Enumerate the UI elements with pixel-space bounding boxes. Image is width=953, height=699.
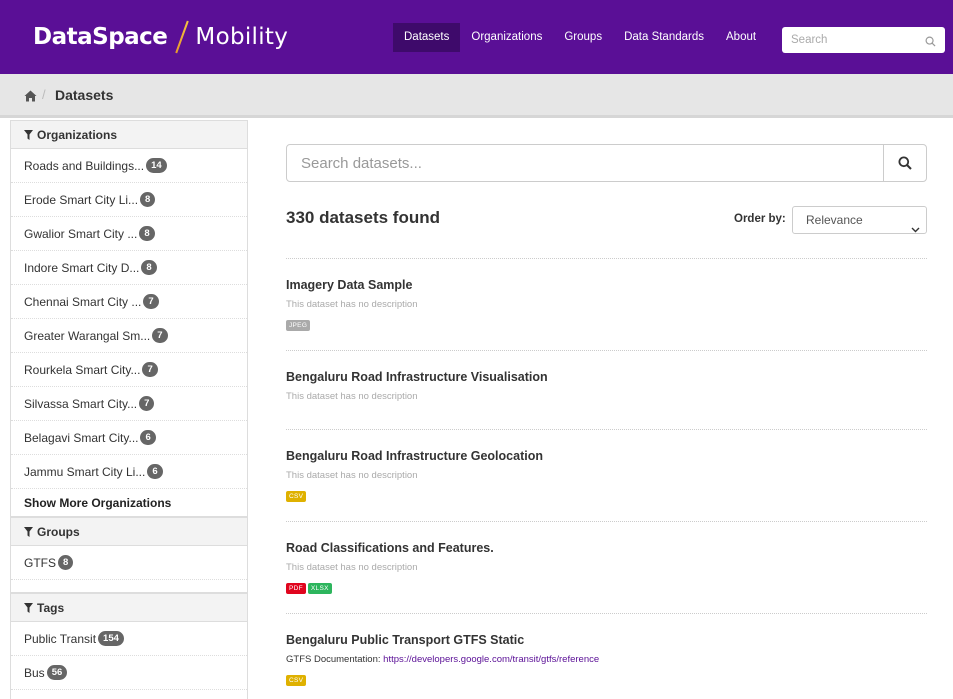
- show-more-organizations-link[interactable]: Show More Organizations: [11, 489, 247, 517]
- chevron-down-icon: [911, 216, 920, 242]
- facet-org-item[interactable]: Erode Smart City Li... 8: [11, 183, 247, 217]
- dataset-description: This dataset has no description: [286, 562, 418, 573]
- dataset-title-link[interactable]: Imagery Data Sample: [286, 278, 927, 292]
- format-badge-csv[interactable]: CSV: [286, 491, 307, 502]
- dataset-description: This dataset has no description: [286, 299, 418, 310]
- count-badge: 8: [141, 260, 157, 275]
- order-by-label: Order by:: [734, 213, 786, 225]
- breadcrumb-current[interactable]: Datasets: [55, 87, 113, 103]
- dataset-search-input[interactable]: [287, 145, 882, 181]
- header-search: [782, 27, 945, 53]
- results-count: 330 datasets found: [286, 208, 440, 227]
- logo-divider: [175, 20, 190, 54]
- count-badge: 7: [143, 294, 159, 309]
- order-by-select[interactable]: Relevance: [792, 206, 927, 234]
- facet-org-item[interactable]: Chennai Smart City ... 7: [11, 285, 247, 319]
- top-navbar: DataSpace Mobility Datasets Organization…: [0, 0, 953, 74]
- dataset-item: Bengaluru Public Transport GTFS Static G…: [286, 613, 927, 687]
- gtfs-reference-link[interactable]: https://developers.google.com/transit/gt…: [383, 654, 599, 665]
- search-icon[interactable]: [925, 34, 936, 52]
- nav-groups[interactable]: Groups: [553, 23, 613, 52]
- facet-org-item[interactable]: Roads and Buildings... 14: [11, 149, 247, 183]
- dataset-item: Bengaluru Road Infrastructure Visualisat…: [286, 350, 927, 402]
- filter-icon: [24, 595, 33, 623]
- nav-about[interactable]: About: [715, 23, 767, 52]
- logo-main: DataSpace: [33, 24, 168, 50]
- filter-icon: [24, 122, 33, 150]
- format-badge-jpeg[interactable]: JPEG: [286, 320, 311, 331]
- site-logo[interactable]: DataSpace Mobility: [33, 20, 288, 54]
- dataset-item: Imagery Data Sample This dataset has no …: [286, 258, 927, 332]
- facet-org-item[interactable]: Rourkela Smart City... 7: [11, 353, 247, 387]
- count-badge: 6: [147, 464, 163, 479]
- organizations-facet-heading: Organizations: [11, 120, 247, 149]
- nav-data-standards[interactable]: Data Standards: [613, 23, 715, 52]
- nav-datasets[interactable]: Datasets: [393, 23, 461, 52]
- dataset-search: [286, 144, 927, 182]
- facet-sidebar: Organizations Roads and Buildings... 14 E…: [10, 120, 248, 699]
- count-badge: 56: [46, 665, 68, 680]
- facet-org-item[interactable]: Indore Smart City D... 8: [11, 251, 247, 285]
- filter-icon: [24, 519, 33, 547]
- format-badge-pdf[interactable]: PDF: [286, 583, 306, 594]
- count-badge: 7: [142, 362, 158, 377]
- format-badge-xlsx[interactable]: XLSX: [307, 583, 332, 594]
- dataset-description: This dataset has no description: [286, 391, 418, 402]
- count-badge: 8: [58, 555, 74, 570]
- facet-tag-item[interactable]: Bus 56: [11, 656, 247, 690]
- facet-group-item[interactable]: GTFS 8: [11, 546, 247, 580]
- dataset-item: Road Classifications and Features. This …: [286, 521, 927, 595]
- nav-organizations[interactable]: Organizations: [460, 23, 553, 52]
- facet-tag-item[interactable]: Public Transit 154: [11, 622, 247, 656]
- dataset-item: Bengaluru Road Infrastructure Geolocatio…: [286, 429, 927, 503]
- count-badge: 14: [146, 158, 167, 173]
- facet-org-item[interactable]: Greater Warangal Sm... 7: [11, 319, 247, 353]
- dataset-title-link[interactable]: Bengaluru Public Transport GTFS Static: [286, 633, 927, 647]
- breadcrumb: / Datasets: [0, 74, 953, 118]
- home-icon[interactable]: [24, 89, 37, 107]
- count-badge: 7: [139, 396, 155, 411]
- count-badge: 154: [98, 631, 124, 646]
- dataset-title-link[interactable]: Bengaluru Road Infrastructure Geolocatio…: [286, 449, 927, 463]
- count-badge: 7: [152, 328, 168, 343]
- dataset-title-link[interactable]: Bengaluru Road Infrastructure Visualisat…: [286, 370, 927, 384]
- facet-org-item[interactable]: Belagavi Smart City... 6: [11, 421, 247, 455]
- count-badge: 8: [140, 192, 156, 207]
- count-badge: 6: [140, 430, 156, 445]
- count-badge: 8: [139, 226, 155, 241]
- facet-org-item[interactable]: Silvassa Smart City... 7: [11, 387, 247, 421]
- tags-facet-heading: Tags: [11, 593, 247, 622]
- dataset-description: GTFS Documentation: https://developers.g…: [286, 654, 600, 665]
- facet-org-item[interactable]: Jammu Smart City Li... 6: [11, 455, 247, 489]
- header-search-input[interactable]: [782, 27, 912, 53]
- groups-facet-heading: Groups: [11, 517, 247, 546]
- dataset-search-button[interactable]: [883, 145, 926, 181]
- dataset-title-link[interactable]: Road Classifications and Features.: [286, 541, 927, 555]
- format-badge-csv[interactable]: CSV: [286, 675, 307, 686]
- search-icon: [898, 156, 912, 170]
- facet-org-item[interactable]: Gwalior Smart City ... 8: [11, 217, 247, 251]
- logo-sub: Mobility: [195, 24, 289, 50]
- main-nav: Datasets Organizations Groups Data Stand…: [393, 23, 767, 52]
- dataset-description: This dataset has no description: [286, 470, 418, 481]
- breadcrumb-separator: /: [42, 87, 46, 102]
